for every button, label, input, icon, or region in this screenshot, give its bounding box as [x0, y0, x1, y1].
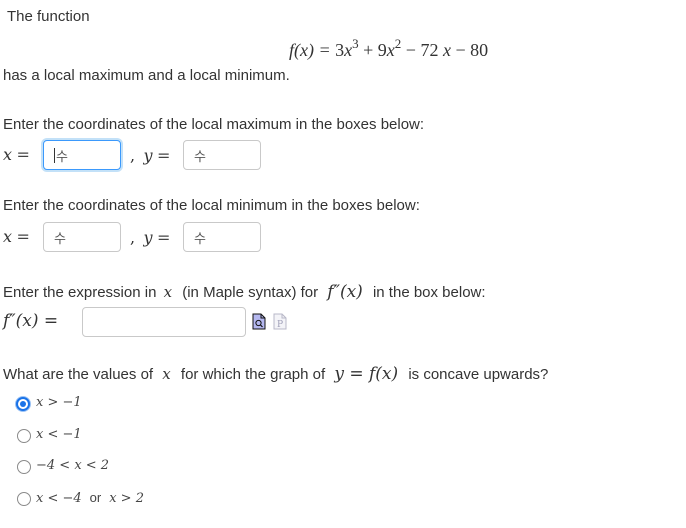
option-label-3[interactable]: −4 < x < 2	[36, 458, 109, 473]
option-radio-1[interactable]	[16, 397, 30, 411]
second-derivative-prompt: Enter the expression in x (in Maple synt…	[3, 282, 486, 302]
maple-p-icon[interactable]: P	[273, 313, 287, 330]
prompt-text: Enter the expression in	[3, 284, 157, 301]
x-var: x	[163, 283, 173, 301]
y-equals-f-x: y = f(x)	[334, 364, 399, 384]
option-part-a: x < −4	[36, 491, 82, 506]
local-min-y-label: , y =	[130, 228, 170, 248]
local-min-y-input[interactable]: 수	[183, 222, 261, 252]
option-radio-4[interactable]	[17, 492, 31, 506]
or-text: or	[89, 490, 102, 505]
local-max-x-label: x =	[3, 145, 30, 165]
local-min-prompt: Enter the coordinates of the local minim…	[3, 197, 420, 214]
prompt-text: in the box below:	[372, 284, 486, 301]
equals-sign: =	[157, 228, 171, 247]
math-entry-icon: 수	[54, 231, 66, 247]
formula-coef1: 3	[335, 40, 345, 60]
text-caret	[54, 147, 55, 163]
equals-sign: =	[157, 146, 171, 165]
option-part-b: x > 2	[109, 491, 144, 506]
math-entry-icon: 수	[56, 149, 68, 165]
x-var: x	[3, 145, 13, 164]
function-formula: f(x) = 3x3 + 9x2 − 72 x − 80	[289, 36, 488, 61]
intro-text-2: has a local maximum and a local minimum.	[3, 67, 290, 84]
y-var: y	[143, 146, 153, 165]
option-radio-2[interactable]	[17, 429, 31, 443]
y-var: y	[143, 228, 153, 247]
second-derivative-input[interactable]	[82, 307, 246, 337]
formula-lhs: f(x) =	[289, 40, 331, 60]
prompt-text: is concave upwards?	[408, 366, 549, 383]
local-max-prompt: Enter the coordinates of the local maxim…	[3, 116, 425, 133]
svg-text:P: P	[277, 320, 283, 330]
local-max-y-label: , y =	[130, 146, 170, 166]
option-radio-3[interactable]	[17, 460, 31, 474]
equals-sign: =	[16, 145, 30, 164]
math-entry-icon: 수	[194, 149, 206, 165]
x-var: x	[3, 227, 13, 246]
intro-text: The function	[7, 8, 90, 25]
math-entry-icon: 수	[194, 231, 206, 247]
local-max-y-input[interactable]: 수	[183, 140, 261, 170]
option-label-4[interactable]: x < −4 or x > 2	[36, 490, 144, 506]
second-derivative-label: f″(x) =	[3, 311, 59, 331]
prompt-text: for which the graph of	[180, 366, 326, 383]
comma: ,	[130, 146, 136, 165]
f-double-prime: f″(x)	[327, 282, 363, 302]
formula-coef2: 9	[377, 40, 387, 60]
formula-exp2: 2	[394, 36, 402, 51]
option-label-2[interactable]: x < −1	[36, 427, 82, 442]
comma: ,	[130, 228, 136, 247]
formula-op1: +	[363, 40, 374, 60]
preview-icon[interactable]	[252, 313, 266, 330]
prompt-text: (in Maple syntax) for	[182, 284, 319, 301]
formula-op2: −	[405, 40, 416, 60]
local-min-x-input[interactable]: 수	[43, 222, 121, 252]
concavity-prompt: What are the values of x for which the g…	[3, 364, 548, 384]
formula-var2: x	[386, 40, 395, 60]
formula-var1: x	[344, 40, 353, 60]
prompt-text: What are the values of	[3, 366, 154, 383]
formula-const: 80	[470, 40, 489, 60]
formula-exp1: 3	[352, 36, 359, 51]
formula-op3: −	[455, 40, 466, 60]
equals-sign: =	[16, 227, 30, 246]
local-max-x-input[interactable]: 수	[43, 140, 121, 170]
local-min-x-label: x =	[3, 227, 30, 247]
formula-var3: x	[442, 40, 451, 60]
x-var: x	[162, 365, 171, 383]
option-label-1[interactable]: x > −1	[36, 395, 82, 410]
formula-coef3: 72	[420, 40, 439, 60]
